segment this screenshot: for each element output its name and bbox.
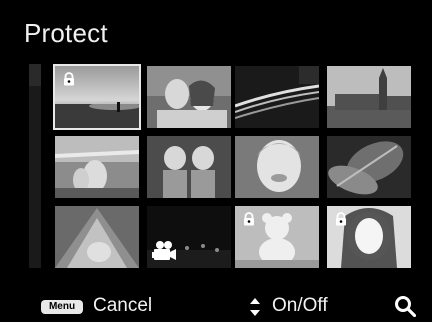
lock-icon xyxy=(244,212,254,226)
scrollbar-thumb[interactable] xyxy=(29,64,41,86)
thumbnail-4[interactable] xyxy=(327,66,411,128)
vertical-scrollbar[interactable] xyxy=(29,64,41,268)
thumbnail-5[interactable] xyxy=(55,136,139,198)
thumbnail-11[interactable] xyxy=(235,206,319,268)
thumbnail-10[interactable] xyxy=(147,206,231,268)
thumbnail-6[interactable] xyxy=(147,136,231,198)
thumbnail-grid xyxy=(55,66,411,270)
thumbnail-7[interactable] xyxy=(235,136,319,198)
onoff-label: On/Off xyxy=(272,295,328,316)
page-title: Protect xyxy=(24,18,108,48)
thumbnail-9[interactable] xyxy=(55,206,139,268)
thumbnail-3[interactable] xyxy=(235,66,319,128)
magnifier-icon[interactable] xyxy=(394,295,416,317)
cancel-label: Cancel xyxy=(93,295,153,316)
lock-icon xyxy=(64,72,74,86)
up-down-arrow-icon xyxy=(250,298,260,316)
thumbnail-8[interactable] xyxy=(327,136,411,198)
movie-camera-icon xyxy=(152,241,176,260)
thumbnail-1[interactable] xyxy=(55,66,139,128)
footer-bar: Menu Cancel On/Off xyxy=(0,292,432,322)
thumbnail-2[interactable] xyxy=(147,66,231,128)
menu-key-button[interactable]: Menu xyxy=(41,300,83,314)
thumbnail-12[interactable] xyxy=(327,206,411,268)
lock-icon xyxy=(336,212,346,226)
